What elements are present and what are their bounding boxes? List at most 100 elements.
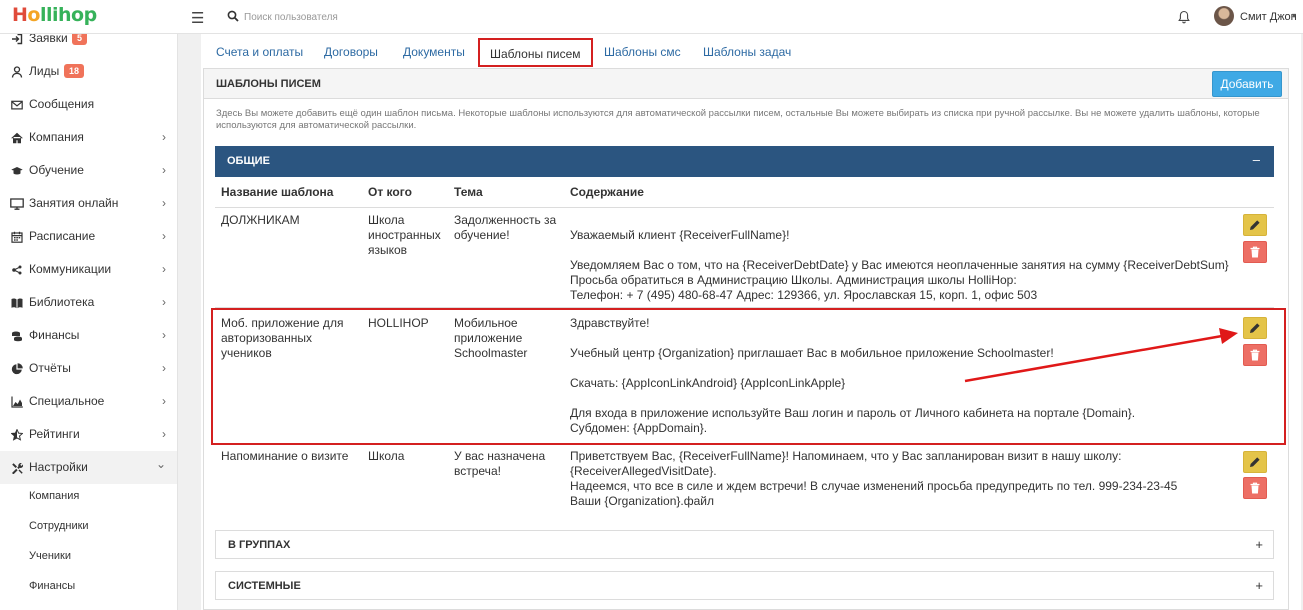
communications-icon: [12, 265, 22, 275]
sidebar: Заявки 5 Лиды 18 Сообщения Компания › Об…: [0, 34, 178, 610]
sidebar-item-label: Компания: [29, 130, 84, 144]
calendar-icon: [11, 231, 23, 243]
sidebar-item-settings[interactable]: Настройки ⌄: [0, 451, 177, 484]
delete-button[interactable]: [1243, 344, 1267, 366]
sidebar-item-library[interactable]: Библиотека ›: [0, 286, 177, 319]
group-title: ОБЩИЕ: [227, 155, 270, 167]
top-bar: Hollihop ☰ Смит Джон ▾: [0, 0, 1303, 34]
sidebar-subitem-students[interactable]: Ученики: [0, 542, 177, 572]
panel-title: ШАБЛОНЫ ПИСЕМ: [216, 78, 321, 90]
chevron-right-icon: ›: [162, 295, 166, 309]
envelope-icon: [11, 100, 23, 110]
edit-button[interactable]: [1243, 451, 1267, 473]
sidebar-subitem-company[interactable]: Компания: [0, 482, 177, 512]
chevron-right-icon: ›: [162, 229, 166, 243]
sidebar-item-schedule[interactable]: Расписание ›: [0, 220, 177, 253]
sidebar-item-education[interactable]: Обучение ›: [0, 154, 177, 187]
sidebar-item-communications[interactable]: Коммуникации ›: [0, 253, 177, 286]
book-icon: [11, 298, 23, 309]
pie-chart-icon: [11, 363, 23, 375]
area-chart-icon: [11, 396, 23, 408]
count-badge: 18: [64, 64, 85, 78]
template-subject: У вас назначена встреча!: [454, 449, 546, 478]
chevron-right-icon: ›: [162, 328, 166, 342]
user-menu-caret-icon[interactable]: ▾: [1292, 11, 1296, 20]
tab-email-templates[interactable]: Шаблоны писем: [478, 38, 593, 67]
sidebar-subitem-finance[interactable]: Финансы: [0, 572, 177, 602]
sidebar-item-label: Настройки: [29, 460, 88, 474]
sidebar-item-label: Занятия онлайн: [29, 196, 119, 210]
count-badge: 5: [72, 34, 88, 45]
sidebar-item-label: Коммуникации: [29, 262, 112, 276]
edit-button[interactable]: [1243, 214, 1267, 236]
graduation-cap-icon: [11, 167, 23, 175]
sidebar-item-ratings[interactable]: Рейтинги ›: [0, 418, 177, 451]
chevron-right-icon: ›: [162, 427, 166, 441]
user-icon: [11, 66, 23, 78]
template-name: Моб. приложение для авторизованных учени…: [221, 316, 344, 360]
sign-in-icon: [12, 34, 23, 45]
expand-icon[interactable]: +: [1255, 578, 1263, 593]
template-name: ДОЛЖНИКАМ: [221, 213, 300, 227]
user-search-input[interactable]: [244, 7, 504, 27]
chevron-right-icon: ›: [162, 130, 166, 144]
panel-header: ШАБЛОНЫ ПИСЕМ Добавить: [204, 69, 1288, 99]
group-in-groups-header[interactable]: В ГРУППАХ +: [215, 530, 1274, 559]
sidebar-item-company[interactable]: Компания ›: [0, 121, 177, 154]
tab-contracts[interactable]: Договоры: [324, 45, 378, 59]
sidebar-item-label: Рейтинги: [29, 427, 80, 441]
template-from: Школа иностранных языков: [368, 213, 441, 257]
tab-documents[interactable]: Документы: [403, 45, 465, 59]
group-title: В ГРУППАХ: [228, 539, 291, 551]
tab-sms-templates[interactable]: Шаблоны смс: [604, 45, 681, 59]
template-content: Уважаемый клиент {ReceiverFullName}! Уве…: [570, 228, 1229, 302]
menu-toggle-icon[interactable]: ☰: [191, 9, 204, 27]
delete-button[interactable]: [1243, 477, 1267, 499]
logo-text: llihop: [39, 4, 97, 26]
sidebar-subitem-staff[interactable]: Сотрудники: [0, 512, 177, 542]
delete-button[interactable]: [1243, 241, 1267, 263]
template-content: Приветствуем Вас, {ReceiverFullName}! На…: [570, 449, 1178, 508]
sidebar-item-messages[interactable]: Сообщения: [0, 88, 177, 121]
sidebar-item-label: Сообщения: [29, 97, 95, 111]
sidebar-item-zayavki[interactable]: Заявки 5: [0, 34, 177, 55]
sidebar-subitem-label: Финансы: [29, 580, 76, 592]
sidebar-item-label: Заявки: [29, 34, 68, 45]
sidebar-item-leads[interactable]: Лиды 18: [0, 55, 177, 88]
sidebar-item-finance[interactable]: Финансы ›: [0, 319, 177, 352]
group-system-header[interactable]: СИСТЕМНЫЕ +: [215, 571, 1274, 600]
search-icon: [227, 10, 239, 22]
chevron-right-icon: ›: [162, 196, 166, 210]
sidebar-item-label: Обучение: [29, 163, 84, 177]
sidebar-item-label: Лиды: [29, 64, 60, 78]
template-subject: Задолженность за обучение!: [454, 213, 557, 242]
sidebar-item-reports[interactable]: Отчёты ›: [0, 352, 177, 385]
hollihop-logo[interactable]: Hollihop: [12, 4, 97, 26]
settings-tabs: Счета и оплаты Договоры Документы Шаблон…: [201, 34, 1301, 67]
sidebar-item-label: Библиотека: [29, 295, 95, 309]
tools-icon: [12, 463, 23, 474]
edit-button[interactable]: [1243, 317, 1267, 339]
notifications-bell-icon[interactable]: [1178, 10, 1190, 24]
chevron-right-icon: ›: [162, 163, 166, 177]
group-general-header[interactable]: ОБЩИЕ –: [215, 146, 1274, 177]
sidebar-item-online-lessons[interactable]: Занятия онлайн ›: [0, 187, 177, 220]
collapse-icon[interactable]: –: [1253, 152, 1260, 167]
logo-letter-h: H: [12, 4, 28, 26]
home-icon: [11, 132, 23, 144]
expand-icon[interactable]: +: [1255, 537, 1263, 552]
sidebar-item-label: Расписание: [29, 229, 96, 243]
group-title: СИСТЕМНЫЕ: [228, 580, 301, 592]
trash-icon: [1250, 349, 1260, 361]
table-divider: [215, 307, 1274, 308]
user-avatar[interactable]: [1214, 6, 1234, 26]
sidebar-item-special[interactable]: Специальное ›: [0, 385, 177, 418]
tab-task-templates[interactable]: Шаблоны задач: [703, 45, 791, 59]
add-template-button[interactable]: Добавить: [1212, 71, 1282, 97]
user-name[interactable]: Смит Джон: [1240, 11, 1297, 23]
sidebar-subitem-label: Сотрудники: [29, 520, 89, 532]
sidebar-item-label: Специальное: [29, 394, 105, 408]
column-header-subject: Тема: [454, 185, 483, 199]
tab-invoices-payments[interactable]: Счета и оплаты: [216, 45, 303, 59]
template-content: Здравствуйте! Учебный центр {Organizatio…: [570, 316, 1136, 435]
